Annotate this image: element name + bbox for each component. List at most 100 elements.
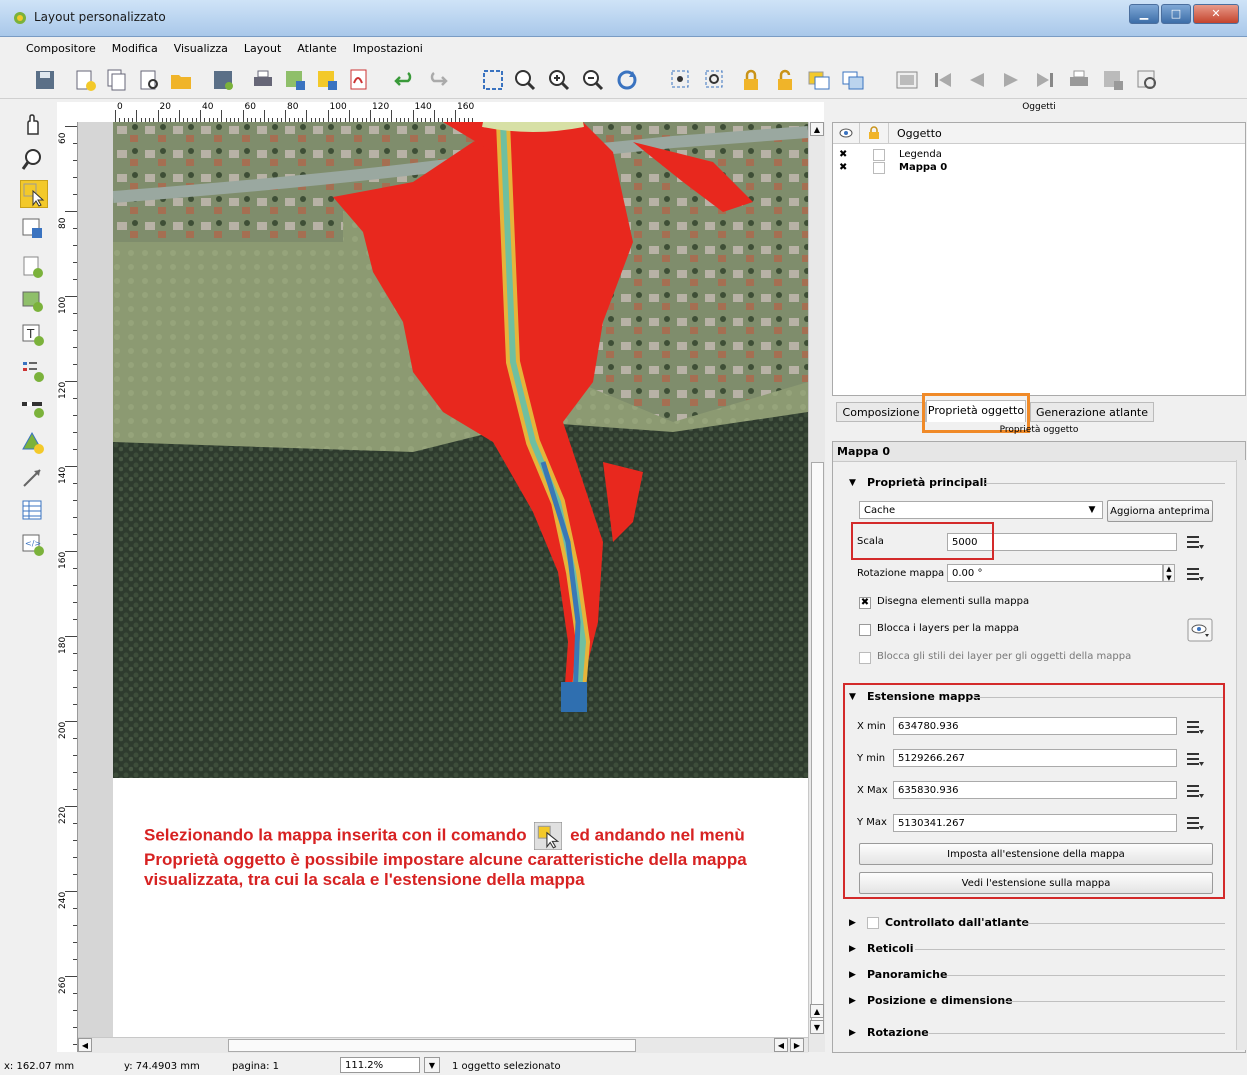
add-scalebar-icon[interactable] — [20, 394, 46, 420]
export-image-icon[interactable] — [282, 67, 308, 93]
print-icon[interactable] — [250, 67, 276, 93]
unlock-icon[interactable] — [772, 67, 798, 93]
menu-layout[interactable]: Layout — [236, 38, 289, 60]
main-properties-title[interactable]: Proprietà principali — [867, 476, 987, 489]
minimize-button[interactable]: ▁ — [1129, 4, 1159, 24]
lock-checkbox[interactable] — [873, 149, 885, 161]
export-pdf-icon[interactable] — [346, 67, 372, 93]
first-feature-icon[interactable] — [930, 67, 956, 93]
scroll-right-icon[interactable]: ▶ — [790, 1038, 804, 1052]
horizontal-scroll-thumb[interactable] — [228, 1039, 636, 1052]
composer-manager-icon[interactable] — [136, 67, 162, 93]
scroll-up-icon[interactable]: ▲ — [810, 122, 824, 136]
scroll-prev-page-icon[interactable]: ▲ — [810, 1004, 824, 1018]
atlas-controlled-title[interactable]: Controllato dall'atlante — [885, 916, 1029, 929]
map-rotation-input[interactable]: 0.00 ° — [947, 564, 1163, 582]
tab-generazione-atlante[interactable]: Generazione atlante — [1030, 402, 1154, 422]
zoom-full-icon[interactable] — [480, 67, 506, 93]
zoom-composer-icon[interactable] — [702, 67, 728, 93]
add-legend-icon[interactable] — [20, 358, 46, 384]
scroll-left-icon[interactable]: ◀ — [78, 1038, 92, 1052]
atlas-settings-icon[interactable] — [1134, 67, 1160, 93]
tab-composizione[interactable]: Composizione — [836, 402, 926, 422]
expand-caret-icon[interactable]: ▶ — [849, 996, 856, 1006]
add-attribute-table-icon[interactable] — [20, 498, 46, 524]
add-label-icon[interactable]: T — [20, 322, 46, 348]
redo-icon[interactable] — [424, 67, 450, 93]
visible-check-icon[interactable]: ✖ — [839, 149, 847, 160]
move-item-content-icon[interactable] — [20, 216, 46, 242]
zoom-level-input[interactable]: 111.2% — [340, 1057, 420, 1073]
draw-items-checkbox[interactable]: ✖ — [859, 597, 871, 609]
data-defined-override-icon[interactable] — [1185, 533, 1205, 551]
position-size-title[interactable]: Posizione e dimensione — [867, 994, 1013, 1007]
save-template-icon[interactable] — [210, 67, 236, 93]
pan-composer-icon[interactable] — [668, 67, 694, 93]
export-atlas-icon[interactable] — [1100, 67, 1126, 93]
add-arrow-icon[interactable] — [20, 464, 46, 490]
lock-layers-checkbox[interactable] — [859, 624, 871, 636]
scroll-next-page-icon[interactable]: ▼ — [810, 1020, 824, 1034]
atlas-controlled-checkbox[interactable] — [867, 917, 879, 929]
lock-styles-checkbox[interactable] — [859, 652, 871, 664]
maximize-button[interactable]: □ — [1161, 4, 1191, 24]
pan-hand-icon[interactable] — [20, 112, 46, 138]
expand-caret-icon[interactable]: ▶ — [849, 970, 856, 980]
last-feature-icon[interactable] — [1032, 67, 1058, 93]
collapse-caret-icon[interactable]: ▼ — [849, 478, 856, 488]
previous-feature-icon[interactable] — [964, 67, 990, 93]
visibility-column[interactable] — [833, 123, 860, 143]
save-icon[interactable] — [32, 67, 58, 93]
lock-column[interactable] — [860, 123, 889, 143]
vertical-scroll-thumb[interactable] — [811, 462, 824, 1024]
expand-caret-icon[interactable]: ▶ — [849, 944, 856, 954]
undo-icon[interactable] — [392, 67, 418, 93]
add-html-frame-icon[interactable]: </> — [20, 532, 46, 558]
add-image-icon[interactable] — [20, 288, 46, 314]
add-shape-icon[interactable] — [20, 430, 46, 456]
export-svg-icon[interactable] — [314, 67, 340, 93]
zoom-out-icon[interactable] — [580, 67, 606, 93]
object-column-header[interactable]: Oggetto — [897, 127, 942, 140]
duplicate-composer-icon[interactable] — [104, 67, 130, 93]
lock-checkbox[interactable] — [873, 162, 885, 174]
group-icon[interactable] — [806, 67, 832, 93]
cache-mode-select[interactable]: Cache — [859, 501, 1103, 519]
scroll-right-page-icon[interactable]: ◀ — [774, 1038, 788, 1052]
zoom-actual-icon[interactable] — [512, 67, 538, 93]
chevron-down-icon[interactable]: ▼ — [1085, 503, 1099, 517]
rotation-title[interactable]: Rotazione — [867, 1026, 929, 1039]
menu-visualizza[interactable]: Visualizza — [166, 38, 236, 60]
new-composer-icon[interactable] — [72, 67, 98, 93]
overviews-title[interactable]: Panoramiche — [867, 968, 947, 981]
expand-caret-icon[interactable]: ▶ — [849, 1028, 856, 1038]
zoom-in-icon[interactable] — [546, 67, 572, 93]
print-atlas-icon[interactable] — [1066, 67, 1092, 93]
expand-caret-icon[interactable]: ▶ — [849, 918, 856, 928]
open-folder-icon[interactable] — [168, 67, 194, 93]
select-move-item-icon[interactable] — [20, 180, 48, 208]
horizontal-scrollbar[interactable]: ◀ ◀ ▶ — [78, 1037, 808, 1053]
update-preview-button[interactable]: Aggiorna anteprima — [1107, 500, 1213, 522]
menu-atlante[interactable]: Atlante — [289, 38, 345, 60]
eye-visibility-presets-icon[interactable] — [1187, 618, 1213, 642]
visible-check-icon[interactable]: ✖ — [839, 162, 847, 173]
lock-icon[interactable] — [738, 67, 764, 93]
menu-impostazioni[interactable]: Impostazioni — [345, 38, 431, 60]
grids-title[interactable]: Reticoli — [867, 942, 914, 955]
map-item[interactable] — [113, 122, 808, 778]
rotation-spinner[interactable]: ▲ ▼ — [1163, 564, 1175, 582]
menu-modifica[interactable]: Modifica — [104, 38, 166, 60]
atlas-preview-icon[interactable] — [894, 67, 920, 93]
next-feature-icon[interactable] — [998, 67, 1024, 93]
properties-scrollbar[interactable] — [1236, 460, 1247, 1050]
menu-compositore[interactable]: Compositore — [18, 38, 104, 60]
chevron-down-icon[interactable]: ▼ — [424, 1057, 440, 1073]
add-new-map-icon[interactable] — [20, 254, 46, 280]
vertical-scrollbar[interactable]: ▲ ▲ ▼ — [808, 122, 825, 1052]
ungroup-icon[interactable] — [840, 67, 866, 93]
zoom-tool-icon[interactable] — [20, 146, 46, 172]
close-button[interactable]: ✕ — [1193, 4, 1239, 24]
refresh-icon[interactable] — [614, 67, 640, 93]
data-defined-override-icon[interactable] — [1185, 565, 1205, 583]
